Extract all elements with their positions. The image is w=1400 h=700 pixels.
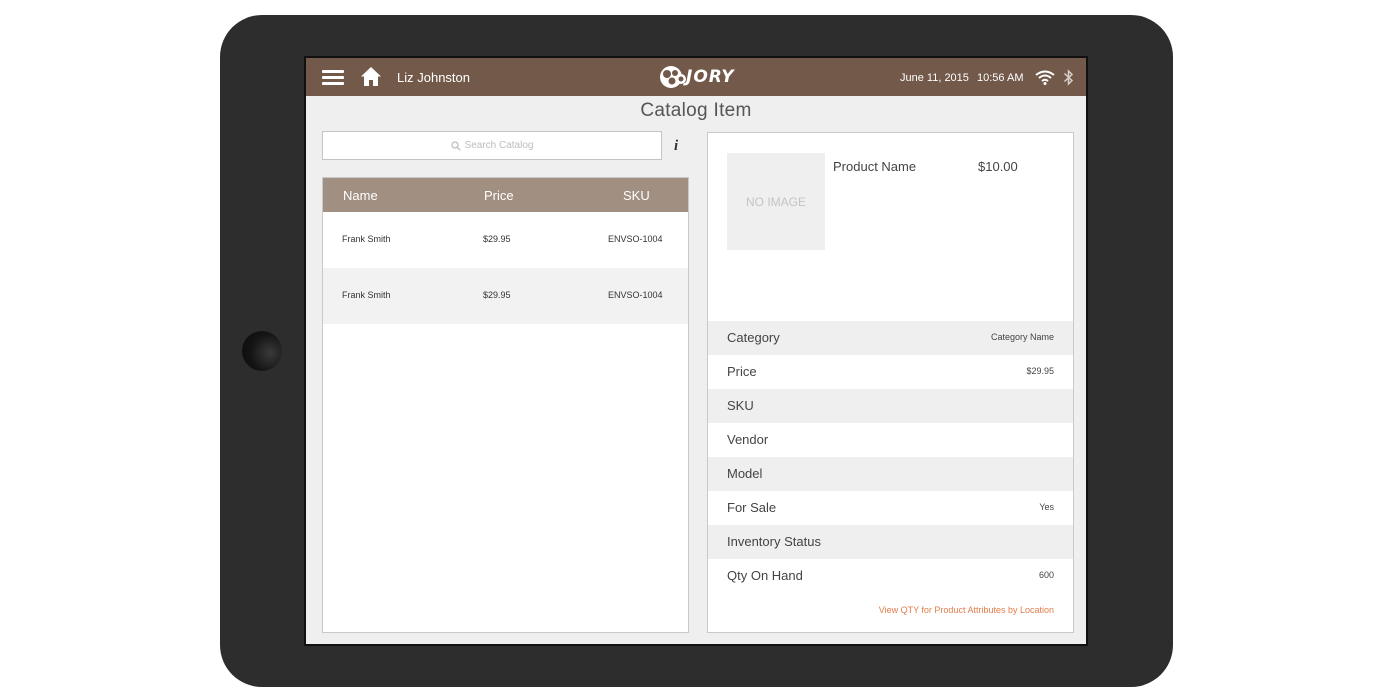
row-price: $29.95 [483,290,511,300]
attr-label: Inventory Status [727,534,821,549]
row-name: Frank Smith [342,290,391,300]
attr-row-for-sale: For Sale Yes [708,491,1073,525]
catalog-list: Name Price SKU Frank Smith $29.95 ENVSO-… [322,177,689,633]
row-sku: ENVSO-1004 [608,234,663,244]
tablet-home-button[interactable] [242,331,282,371]
product-price: $10.00 [978,159,1018,174]
table-row[interactable]: Frank Smith $29.95 ENVSO-1004 [323,268,688,324]
search-input[interactable]: Search Catalog [322,131,662,160]
attr-value: 600 [1038,570,1054,580]
search-placeholder: Search Catalog [464,140,534,151]
attr-row-vendor: Vendor [708,423,1073,457]
search-icon [450,140,461,151]
tablet-screen: Liz Johnston JORY June 11, 2015 10:56 AM [304,56,1088,646]
attr-row-inventory-status: Inventory Status [708,525,1073,559]
column-header-price[interactable]: Price [484,188,514,203]
attr-row-price: Price $29.95 [708,355,1073,389]
attr-label: Qty On Hand [727,568,803,583]
user-name[interactable]: Liz Johnston [397,70,470,85]
column-header-name[interactable]: Name [343,188,378,203]
attr-label: Model [727,466,763,481]
row-price: $29.95 [483,234,511,244]
attr-row-model: Model [708,457,1073,491]
home-icon[interactable] [360,66,382,87]
jory-logo-icon [660,66,686,88]
wifi-icon [1035,70,1055,85]
attr-row-category: Category Category Name [708,321,1073,355]
view-qty-by-location-link[interactable]: View QTY for Product Attributes by Locat… [879,605,1054,615]
product-image-placeholder: NO IMAGE [727,153,825,250]
attr-label: SKU [727,398,754,413]
bluetooth-icon [1063,69,1074,86]
hamburger-menu-icon[interactable] [322,70,344,85]
attr-value: $29.95 [1026,366,1054,376]
app-window: Liz Johnston JORY June 11, 2015 10:56 AM [306,58,1086,644]
info-icon[interactable]: i [674,138,684,154]
attr-row-qty-on-hand: Qty On Hand 600 [708,559,1073,593]
table-header: Name Price SKU [323,178,688,212]
attr-label: Price [727,364,757,379]
product-name: Product Name [833,159,917,174]
row-name: Frank Smith [342,234,391,244]
attr-label: Category [727,330,780,345]
top-bar: Liz Johnston JORY June 11, 2015 10:56 AM [306,58,1086,96]
status-time: 10:56 AM [977,72,1024,84]
status-date: June 11, 2015 [900,72,969,84]
attr-value: Yes [1039,502,1054,512]
attr-label: Vendor [727,432,769,447]
column-header-sku[interactable]: SKU [623,188,650,203]
logo-text: JORY [686,67,735,87]
page-title: Catalog Item [640,100,752,121]
attr-label: For Sale [727,500,777,515]
item-detail-panel: NO IMAGE Product Name $10.00 Category Ca… [707,132,1074,633]
row-sku: ENVSO-1004 [608,290,663,300]
jory-logo: JORY [658,64,735,90]
attr-row-sku: SKU [708,389,1073,423]
attr-value: Category Name [990,332,1054,342]
table-row[interactable]: Frank Smith $29.95 ENVSO-1004 [323,212,688,268]
